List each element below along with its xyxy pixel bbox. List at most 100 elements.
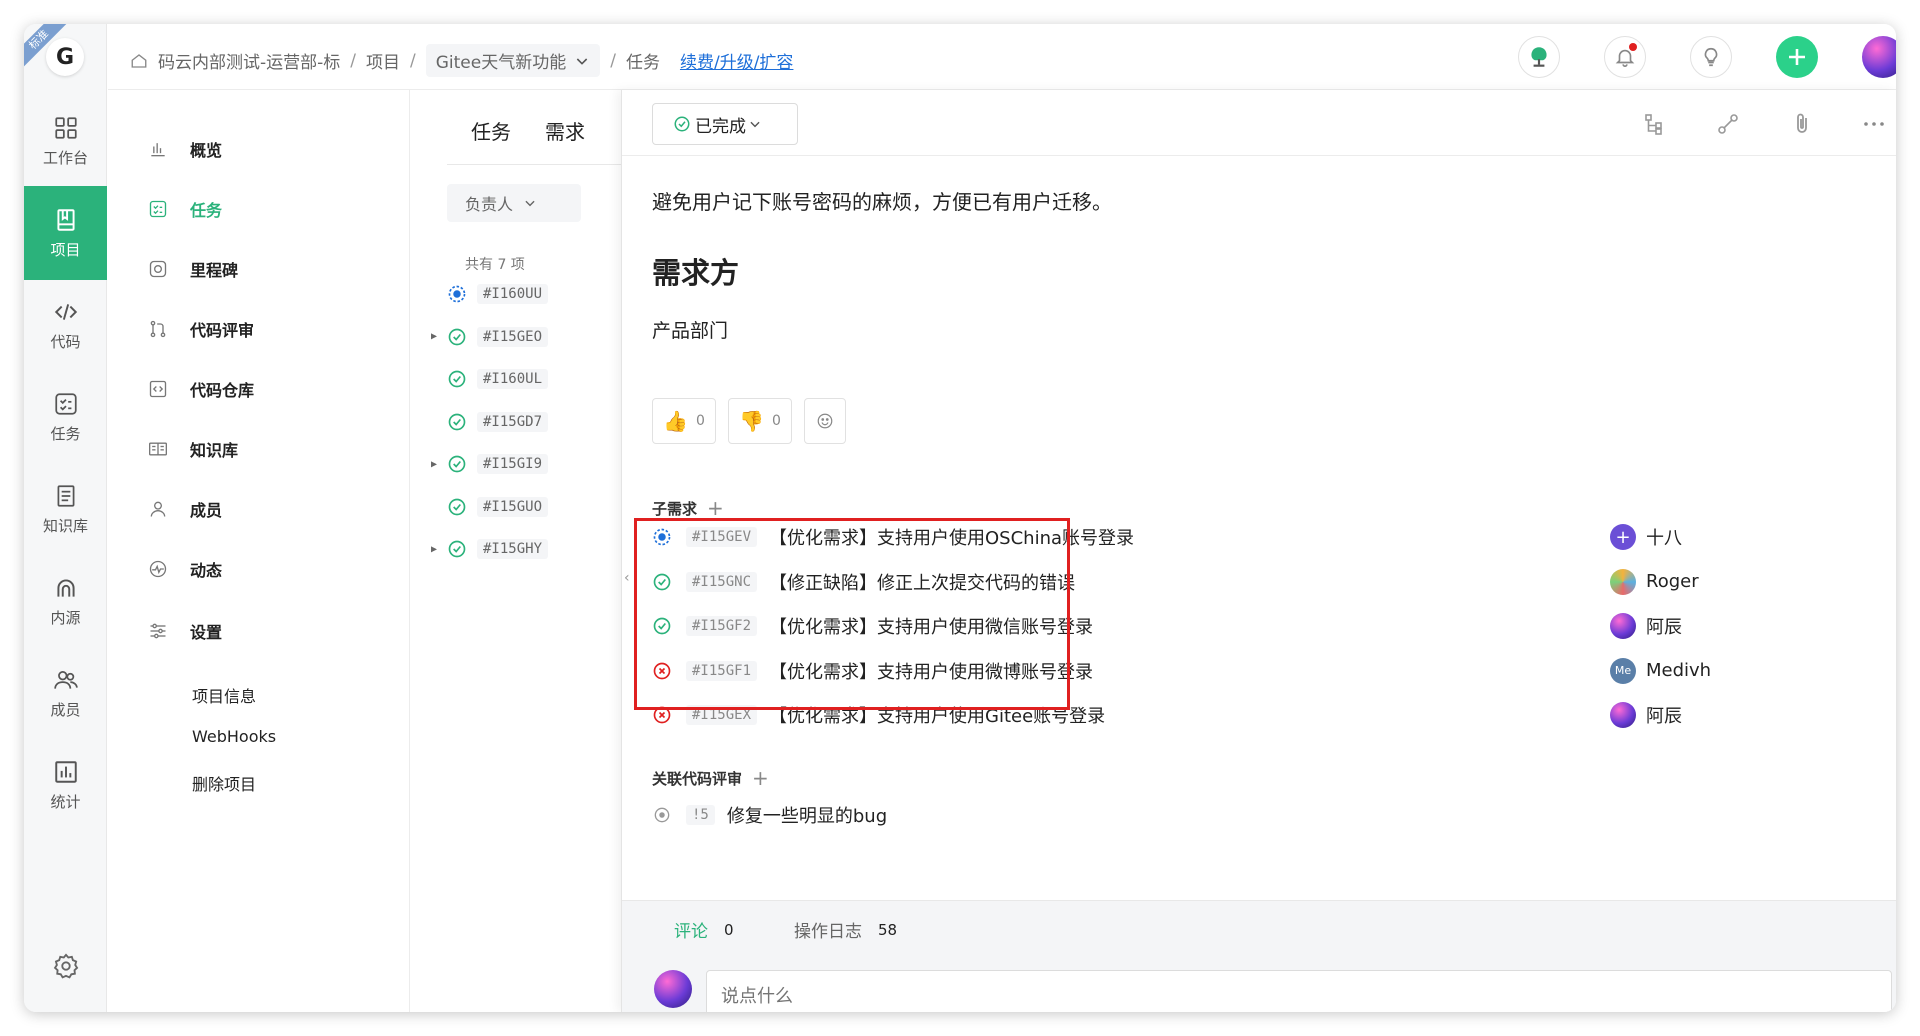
crumb-section[interactable]: 任务 [626, 48, 660, 73]
notifications-button[interactable] [1604, 36, 1646, 78]
subtask-id: #I15GEV [686, 527, 758, 547]
collapse-handle-icon[interactable]: ‹ [624, 570, 634, 590]
avatar [1610, 702, 1636, 728]
list-item[interactable]: #I160UL [431, 365, 611, 393]
expand-caret-icon[interactable]: ▶ [431, 459, 445, 470]
add-subtask-button[interactable]: + [707, 496, 724, 520]
thumbs-down-icon: 👎 [739, 409, 764, 433]
stats-icon [54, 760, 77, 783]
subtask-row[interactable]: #I15GF1【优化需求】支持用户使用微博账号登录MeMedivh••• [652, 656, 1896, 686]
tab-tasks[interactable]: 任务 [471, 116, 511, 145]
task-description: 避免用户记下账号密码的麻烦，方便已有用户迁移。 [652, 190, 1112, 214]
nav-wiki[interactable]: 知识库 [148, 434, 238, 464]
tab-requirements[interactable]: 需求 [545, 116, 585, 145]
subtask-title[interactable]: 【优化需求】支持用户使用Gitee账号登录 [769, 702, 1105, 728]
expand-caret-icon[interactable]: ▶ [431, 331, 445, 342]
rail-tasks[interactable]: 任务 [24, 370, 107, 464]
chevron-down-icon [577, 57, 588, 65]
nav-label: 知识库 [190, 441, 239, 460]
rail-projects[interactable]: 项目 [24, 186, 107, 280]
subtask-assignee[interactable]: 阿辰 [1610, 613, 1682, 639]
rail-wiki[interactable]: 知识库 [24, 462, 107, 556]
nav-webhooks[interactable]: WebHooks [192, 727, 276, 746]
nav-label: 设置 [190, 623, 223, 642]
comment-input[interactable] [706, 970, 1892, 1012]
subtask-title[interactable]: 【优化需求】支持用户使用OSChina账号登录 [769, 524, 1134, 550]
subtask-assignee[interactable]: Me Medivh [1610, 657, 1712, 684]
subtask-row[interactable]: #I15GEX【优化需求】支持用户使用Gitee账号登录阿辰••• [652, 700, 1896, 730]
comment-area [622, 950, 1896, 1012]
nav-activity[interactable]: 动态 [148, 554, 222, 584]
rail-members[interactable]: 成员 [24, 646, 107, 740]
rail-code[interactable]: 代码 [24, 278, 107, 372]
tab-comments[interactable]: 评论 0 [674, 917, 734, 943]
assignee-name: 阿辰 [1646, 617, 1682, 638]
wiki-icon [149, 442, 167, 456]
x-circle-icon [652, 705, 672, 725]
list-item[interactable]: #I15GD7 [431, 408, 611, 436]
list-tabs: 任务 需求 [471, 116, 585, 145]
user-avatar[interactable] [1862, 36, 1896, 78]
list-item[interactable]: ▶ #I15GEO [431, 323, 611, 351]
rail-label: 代码 [50, 332, 81, 351]
gear-icon[interactable] [52, 952, 80, 980]
more-icon[interactable] [1862, 112, 1886, 136]
tab-count: 58 [878, 920, 898, 939]
hierarchy-icon[interactable] [1642, 112, 1666, 136]
assignee-name: Medivh [1646, 660, 1712, 681]
list-item[interactable]: #I15GUO [431, 493, 611, 521]
subtask-id: #I15GF2 [686, 616, 758, 636]
thumbs-down-button[interactable]: 👎 0 [728, 398, 792, 444]
nav-members[interactable]: 成员 [148, 494, 222, 524]
subtask-title[interactable]: 【优化需求】支持用户使用微信账号登录 [769, 613, 1093, 639]
paperclip-icon[interactable] [1790, 112, 1814, 136]
thumbs-up-button[interactable]: 👍 0 [652, 398, 716, 444]
subtask-row[interactable]: #I15GNC【修正缺陷】修正上次提交代码的错误Roger••• [652, 567, 1896, 597]
nav-settings[interactable]: 设置 [148, 616, 222, 646]
status-dropdown[interactable]: 已完成 [652, 103, 798, 145]
nav-project-info[interactable]: 项目信息 [192, 683, 256, 707]
tips-button[interactable] [1690, 36, 1732, 78]
subtask-assignee[interactable]: + 十八 [1610, 524, 1682, 550]
assignee-name: Roger [1646, 571, 1699, 592]
list-item[interactable]: #I160UU [431, 280, 611, 308]
subtask-row[interactable]: #I15GF2【优化需求】支持用户使用微信账号登录阿辰••• [652, 611, 1896, 641]
gitee-logo[interactable]: G [46, 38, 84, 76]
subtask-assignee[interactable]: Roger [1610, 568, 1699, 595]
list-item[interactable]: ▶ #I15GHY [431, 535, 611, 563]
nav-code-review[interactable]: 代码评审 [148, 314, 254, 344]
bonsai-button[interactable] [1518, 36, 1560, 78]
rail-innersource[interactable]: 内源 [24, 554, 107, 648]
expand-caret-icon[interactable]: ▶ [431, 544, 445, 555]
nav-milestones[interactable]: 里程碑 [148, 254, 238, 284]
link-icon[interactable] [1716, 112, 1740, 136]
subtask-row[interactable]: #I15GEV【优化需求】支持用户使用OSChina账号登录+十八••• [652, 522, 1896, 552]
tab-operation-log[interactable]: 操作日志 58 [794, 917, 898, 943]
rail-stats[interactable]: 统计 [24, 738, 107, 832]
create-button[interactable] [1776, 36, 1818, 78]
review-row[interactable]: !5 修复一些明显的bug ••• [652, 800, 1896, 830]
nav-delete-project[interactable]: 删除项目 [192, 771, 256, 795]
list-item[interactable]: ▶ #I15GI9 [431, 450, 611, 478]
project-selector[interactable]: Gitee天气新功能 [425, 44, 601, 77]
nav-repository[interactable]: 代码仓库 [148, 374, 254, 404]
review-title[interactable]: 修复一些明显的bug [727, 802, 887, 828]
upgrade-link[interactable]: 续费/升级/扩容 [680, 48, 793, 73]
subtask-title[interactable]: 【修正缺陷】修正上次提交代码的错误 [769, 569, 1075, 595]
nav-overview[interactable]: 概览 [148, 134, 222, 164]
rail-label: 成员 [50, 700, 81, 719]
add-review-button[interactable]: + [752, 766, 769, 790]
avatar [654, 970, 692, 1008]
tree-icon [1531, 47, 1547, 67]
nav-tasks[interactable]: 任务 [148, 194, 222, 224]
rail-workbench[interactable]: 工作台 [24, 94, 107, 188]
thumbs-up-icon: 👍 [663, 409, 688, 433]
assignee-filter[interactable]: 负责人 [447, 184, 581, 222]
crumb-org[interactable]: 码云内部测试-运营部-标 [158, 48, 340, 73]
add-reaction-button[interactable] [804, 398, 846, 444]
crumb-projects[interactable]: 项目 [366, 48, 400, 73]
subtask-assignee[interactable]: 阿辰 [1610, 702, 1682, 728]
requester-heading: 需求方 [652, 256, 740, 290]
home-icon[interactable] [130, 52, 148, 70]
subtask-title[interactable]: 【优化需求】支持用户使用微博账号登录 [769, 658, 1093, 684]
